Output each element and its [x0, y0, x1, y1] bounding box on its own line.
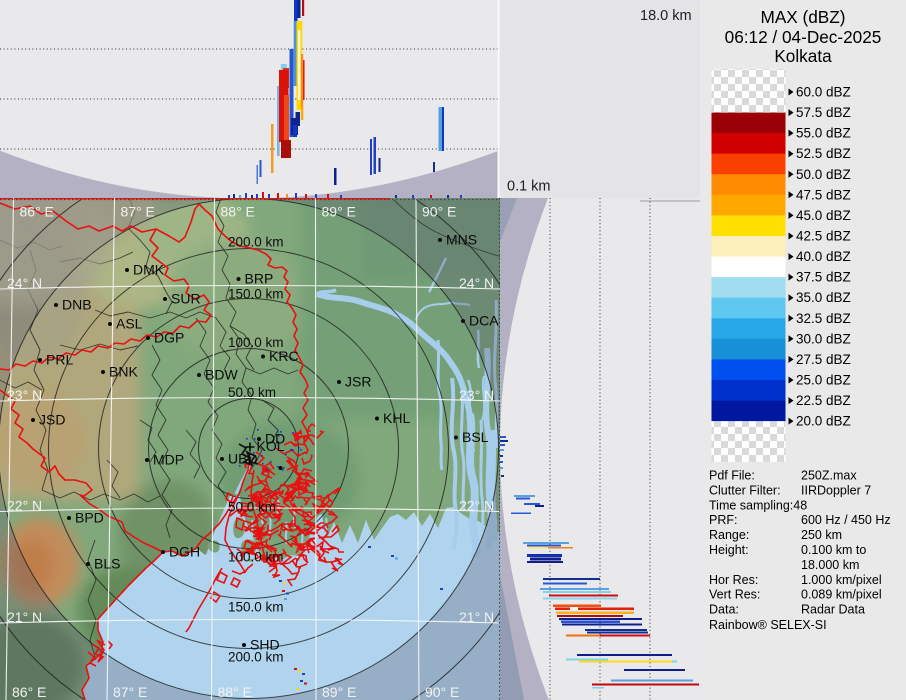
svg-text:BLS: BLS [94, 556, 120, 572]
svg-text:SUR: SUR [171, 291, 201, 307]
svg-text:Kolkata: Kolkata [774, 46, 832, 66]
svg-text:Rainbow® SELEX-SI: Rainbow® SELEX-SI [709, 618, 827, 632]
svg-text:Radar Data: Radar Data [801, 603, 865, 617]
svg-text:KHL: KHL [383, 410, 410, 426]
svg-text:88° E: 88° E [221, 204, 255, 220]
svg-text:KRC: KRC [269, 348, 299, 364]
svg-text:50.0 km: 50.0 km [228, 500, 276, 515]
svg-text:MAX (dBZ): MAX (dBZ) [761, 7, 846, 27]
svg-text:27.5 dBZ: 27.5 dBZ [796, 352, 851, 367]
svg-text:35.0 dBZ: 35.0 dBZ [796, 290, 851, 305]
svg-text:Vert Res:: Vert Res: [709, 588, 760, 602]
svg-text:86° E: 86° E [12, 684, 46, 700]
svg-text:21° N: 21° N [459, 609, 494, 625]
svg-text:42.5 dBZ: 42.5 dBZ [796, 229, 851, 244]
svg-text:Hor Res:: Hor Res: [709, 573, 758, 587]
svg-text:87° E: 87° E [121, 204, 155, 220]
svg-text:23° N: 23° N [459, 387, 494, 403]
svg-text:Height:: Height: [709, 543, 749, 557]
svg-text:Pdf File:: Pdf File: [709, 469, 755, 483]
svg-text:18.000 km: 18.000 km [801, 558, 859, 572]
svg-text:24° N: 24° N [7, 275, 42, 291]
svg-text:18.0 km: 18.0 km [640, 8, 692, 24]
svg-text:57.5 dBZ: 57.5 dBZ [796, 105, 851, 120]
svg-text:DGH: DGH [169, 544, 200, 560]
svg-text:MNS: MNS [446, 232, 477, 248]
svg-text:22° N: 22° N [7, 498, 42, 514]
svg-text:90° E: 90° E [425, 684, 459, 700]
svg-text:20.0 dBZ: 20.0 dBZ [796, 414, 851, 429]
svg-text:0.089 km/pixel: 0.089 km/pixel [801, 588, 882, 602]
svg-text:50.0 dBZ: 50.0 dBZ [796, 167, 851, 182]
svg-text:Time sampling:48: Time sampling:48 [709, 498, 807, 512]
svg-text:0.1 km: 0.1 km [507, 179, 551, 195]
svg-text:Data:: Data: [709, 603, 739, 617]
svg-text:22.5 dBZ: 22.5 dBZ [796, 393, 851, 408]
svg-text:600 Hz / 450 Hz: 600 Hz / 450 Hz [801, 513, 891, 527]
svg-text:88° E: 88° E [218, 684, 252, 700]
svg-text:250Z.max: 250Z.max [801, 469, 857, 483]
svg-text:KOL: KOL [257, 438, 285, 454]
svg-text:52.5 dBZ: 52.5 dBZ [796, 146, 851, 161]
svg-text:DNB: DNB [62, 297, 92, 313]
svg-text:SHD: SHD [250, 637, 280, 653]
svg-text:Range:: Range: [709, 528, 749, 542]
svg-text:BDW: BDW [205, 367, 238, 383]
svg-text:50.0 km: 50.0 km [228, 385, 276, 400]
svg-text:BRP: BRP [245, 271, 274, 287]
svg-text:BNK: BNK [109, 364, 138, 380]
svg-text:55.0 dBZ: 55.0 dBZ [796, 126, 851, 141]
svg-text:89° E: 89° E [322, 684, 356, 700]
svg-text:45.0 dBZ: 45.0 dBZ [796, 208, 851, 223]
svg-text:89° E: 89° E [322, 204, 356, 220]
svg-text:22° N: 22° N [459, 498, 494, 514]
svg-text:ASL: ASL [116, 316, 143, 332]
svg-text:200.0 km: 200.0 km [228, 235, 284, 250]
svg-text:PRL: PRL [46, 352, 73, 368]
svg-text:PRF:: PRF: [709, 513, 737, 527]
svg-text:250 km: 250 km [801, 528, 842, 542]
svg-text:21° N: 21° N [7, 609, 42, 625]
svg-text:BSL: BSL [462, 429, 489, 445]
svg-text:32.5 dBZ: 32.5 dBZ [796, 311, 851, 326]
svg-text:DCA: DCA [469, 313, 499, 329]
svg-text:60.0 dBZ: 60.0 dBZ [796, 85, 851, 100]
svg-text:86° E: 86° E [20, 204, 54, 220]
svg-text:150.0 km: 150.0 km [228, 287, 284, 302]
svg-text:87° E: 87° E [113, 684, 147, 700]
svg-text:MDP: MDP [153, 452, 184, 468]
svg-text:DGP: DGP [154, 330, 184, 346]
svg-text:BPD: BPD [75, 510, 104, 526]
svg-text:Clutter Filter:: Clutter Filter: [709, 483, 781, 497]
svg-text:150.0 km: 150.0 km [228, 600, 284, 615]
svg-text:90° E: 90° E [422, 204, 456, 220]
svg-text:0.100 km to: 0.100 km to [801, 543, 866, 557]
svg-text:JSR: JSR [345, 374, 371, 390]
svg-text:40.0 dBZ: 40.0 dBZ [796, 249, 851, 264]
svg-text:JSD: JSD [39, 412, 65, 428]
svg-text:DMK: DMK [133, 262, 165, 278]
svg-text:IIRDoppler 7: IIRDoppler 7 [801, 483, 871, 497]
svg-text:47.5 dBZ: 47.5 dBZ [796, 187, 851, 202]
svg-text:06:12 / 04-Dec-2025: 06:12 / 04-Dec-2025 [725, 27, 882, 47]
svg-text:UBD: UBD [228, 451, 258, 467]
svg-text:30.0 dBZ: 30.0 dBZ [796, 331, 851, 346]
svg-text:37.5 dBZ: 37.5 dBZ [796, 270, 851, 285]
svg-text:1.000 km/pixel: 1.000 km/pixel [801, 573, 882, 587]
svg-text:100.0 km: 100.0 km [228, 550, 284, 565]
svg-text:25.0 dBZ: 25.0 dBZ [796, 373, 851, 388]
svg-text:24° N: 24° N [459, 275, 494, 291]
svg-text:23° N: 23° N [7, 387, 42, 403]
